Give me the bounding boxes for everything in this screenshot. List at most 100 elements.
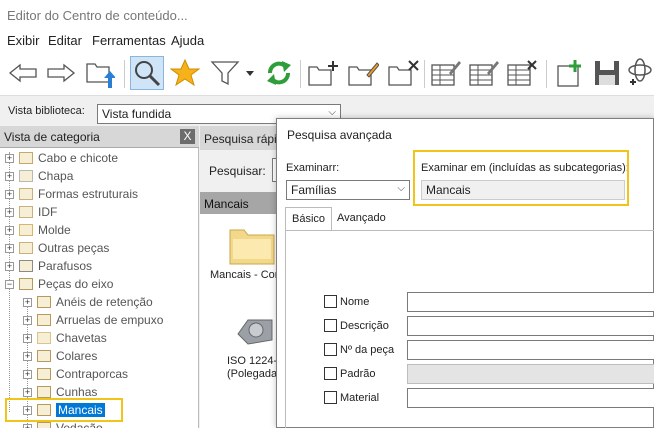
tree-item[interactable]: + Outras peças (5, 239, 109, 257)
tree-item[interactable]: + Cabo e chicote (5, 149, 118, 167)
field-checkbox[interactable] (324, 391, 337, 404)
filter-icon[interactable] (208, 56, 256, 90)
search-label: Pesquisar: (209, 164, 266, 178)
bearing-icon[interactable] (234, 314, 278, 351)
tree-item[interactable]: + Molde (5, 221, 71, 239)
tree-item[interactable]: + Arruelas de empuxo (23, 311, 163, 329)
field-label: Nº da peça (340, 343, 395, 356)
tree-item[interactable]: + IDF (5, 203, 57, 221)
field-row: Nome (324, 295, 369, 308)
tree-item[interactable]: + Chapa (5, 167, 73, 185)
expand-icon[interactable]: + (5, 261, 14, 271)
category-panel-title: Vista de categoria (4, 130, 100, 144)
category-icon (19, 278, 33, 290)
category-icon (37, 386, 51, 398)
tree-item-label: Vedação (56, 421, 103, 428)
folder-icon[interactable] (228, 222, 276, 269)
close-icon[interactable]: X (180, 129, 195, 144)
field-label: Descrição (340, 319, 389, 332)
content-item-sublabel: (Polegada) (227, 368, 281, 380)
tree-item[interactable]: + Parafusos (5, 257, 92, 275)
tree-item[interactable]: + Contraporcas (23, 365, 128, 383)
tree-item-label: Cabo e chicote (38, 151, 119, 165)
add-item-icon[interactable] (552, 56, 586, 90)
field-input (407, 364, 654, 384)
tree-item[interactable]: + Colares (23, 347, 97, 365)
category-panel-header: Vista de categoria X (0, 126, 199, 148)
collapse-icon[interactable]: − (5, 279, 14, 289)
highlight-box (413, 150, 629, 206)
tree-item-label: Formas estruturais (38, 187, 139, 201)
expand-icon[interactable]: + (23, 369, 32, 379)
new-category-icon[interactable] (306, 56, 340, 90)
field-input[interactable] (407, 316, 654, 336)
tab-avancado[interactable]: Avançado (331, 207, 392, 231)
category-icon (19, 170, 33, 182)
tree-item[interactable]: + Chavetas (23, 329, 107, 347)
expand-icon[interactable]: + (23, 315, 32, 325)
refresh-icon[interactable] (262, 56, 296, 90)
expand-icon[interactable]: + (5, 153, 14, 163)
field-input[interactable] (407, 340, 654, 360)
examine-label: Examinarr: (286, 162, 340, 174)
edit-family-icon[interactable] (466, 56, 500, 90)
tree-item-label: Anéis de retenção (56, 295, 153, 309)
delete-category-icon[interactable] (386, 56, 420, 90)
tree-item[interactable]: + Anéis de retenção (23, 293, 153, 311)
save-icon[interactable] (590, 56, 624, 90)
menu-ajuda[interactable]: Ajuda (171, 33, 204, 48)
quick-search-title: Pesquisa rápid (204, 132, 284, 146)
edit-category-icon[interactable] (346, 56, 380, 90)
field-input[interactable] (407, 292, 654, 312)
expand-icon[interactable]: + (5, 243, 14, 253)
tree-item-label: Molde (38, 223, 71, 237)
menu-ferramentas[interactable]: Ferramentas (92, 33, 166, 48)
field-checkbox[interactable] (324, 343, 337, 356)
tree-item-label: Parafusos (38, 259, 93, 273)
expand-icon[interactable]: + (23, 333, 32, 343)
expand-icon[interactable]: + (23, 387, 32, 397)
expand-icon[interactable]: + (5, 189, 14, 199)
tree-item[interactable]: + Formas estruturais (5, 185, 138, 203)
content-item-label[interactable]: ISO 1224-2 (227, 355, 283, 367)
field-checkbox[interactable] (324, 295, 337, 308)
delete-family-icon[interactable] (504, 56, 538, 90)
field-checkbox[interactable] (324, 367, 337, 380)
new-family-icon[interactable] (428, 56, 462, 90)
field-input[interactable] (407, 388, 654, 408)
tree-item-label: Colares (56, 349, 98, 363)
expand-icon[interactable]: + (5, 207, 14, 217)
favorites-star-icon[interactable] (168, 56, 202, 90)
forward-arrow-icon[interactable] (44, 56, 78, 90)
tab-basico[interactable]: Básico (285, 207, 333, 231)
tree-item-label: Arruelas de empuxo (56, 313, 164, 327)
expand-icon[interactable]: + (5, 225, 14, 235)
chevron-down-icon: ⌵ (397, 183, 405, 194)
advanced-search-dialog: Pesquisa avançada Examinarr: Famílias ⌵ … (276, 118, 654, 428)
expand-icon[interactable]: + (23, 423, 32, 428)
tree-item-label: Contraporcas (56, 367, 129, 381)
expand-icon[interactable]: + (5, 171, 14, 181)
highlight-box (5, 398, 123, 422)
basic-tab-pane: Nome Descrição Nº da peça Padrão Material (285, 230, 654, 428)
tree-item-label: IDF (38, 205, 58, 219)
examine-select[interactable]: Famílias ⌵ (286, 180, 410, 200)
content-item-label[interactable]: Mancais - Com (210, 269, 284, 281)
tree-item[interactable]: − Peças do eixo (5, 275, 113, 293)
category-icon (37, 422, 51, 428)
menu-exibir[interactable]: Exibir (7, 33, 40, 48)
expand-icon[interactable]: + (23, 297, 32, 307)
tree-item-label: Peças do eixo (38, 277, 114, 291)
publish-icon[interactable] (626, 56, 654, 90)
field-checkbox[interactable] (324, 319, 337, 332)
back-arrow-icon[interactable] (6, 56, 40, 90)
folder-up-icon[interactable] (82, 56, 116, 90)
category-icon (37, 350, 51, 362)
tree-item-label: Outras peças (38, 241, 110, 255)
field-label: Padrão (340, 367, 376, 380)
tree-item-label: Chapa (38, 169, 74, 183)
field-row: Material (324, 391, 379, 404)
search-icon[interactable] (130, 56, 164, 90)
expand-icon[interactable]: + (23, 351, 32, 361)
menu-editar[interactable]: Editar (48, 33, 82, 48)
